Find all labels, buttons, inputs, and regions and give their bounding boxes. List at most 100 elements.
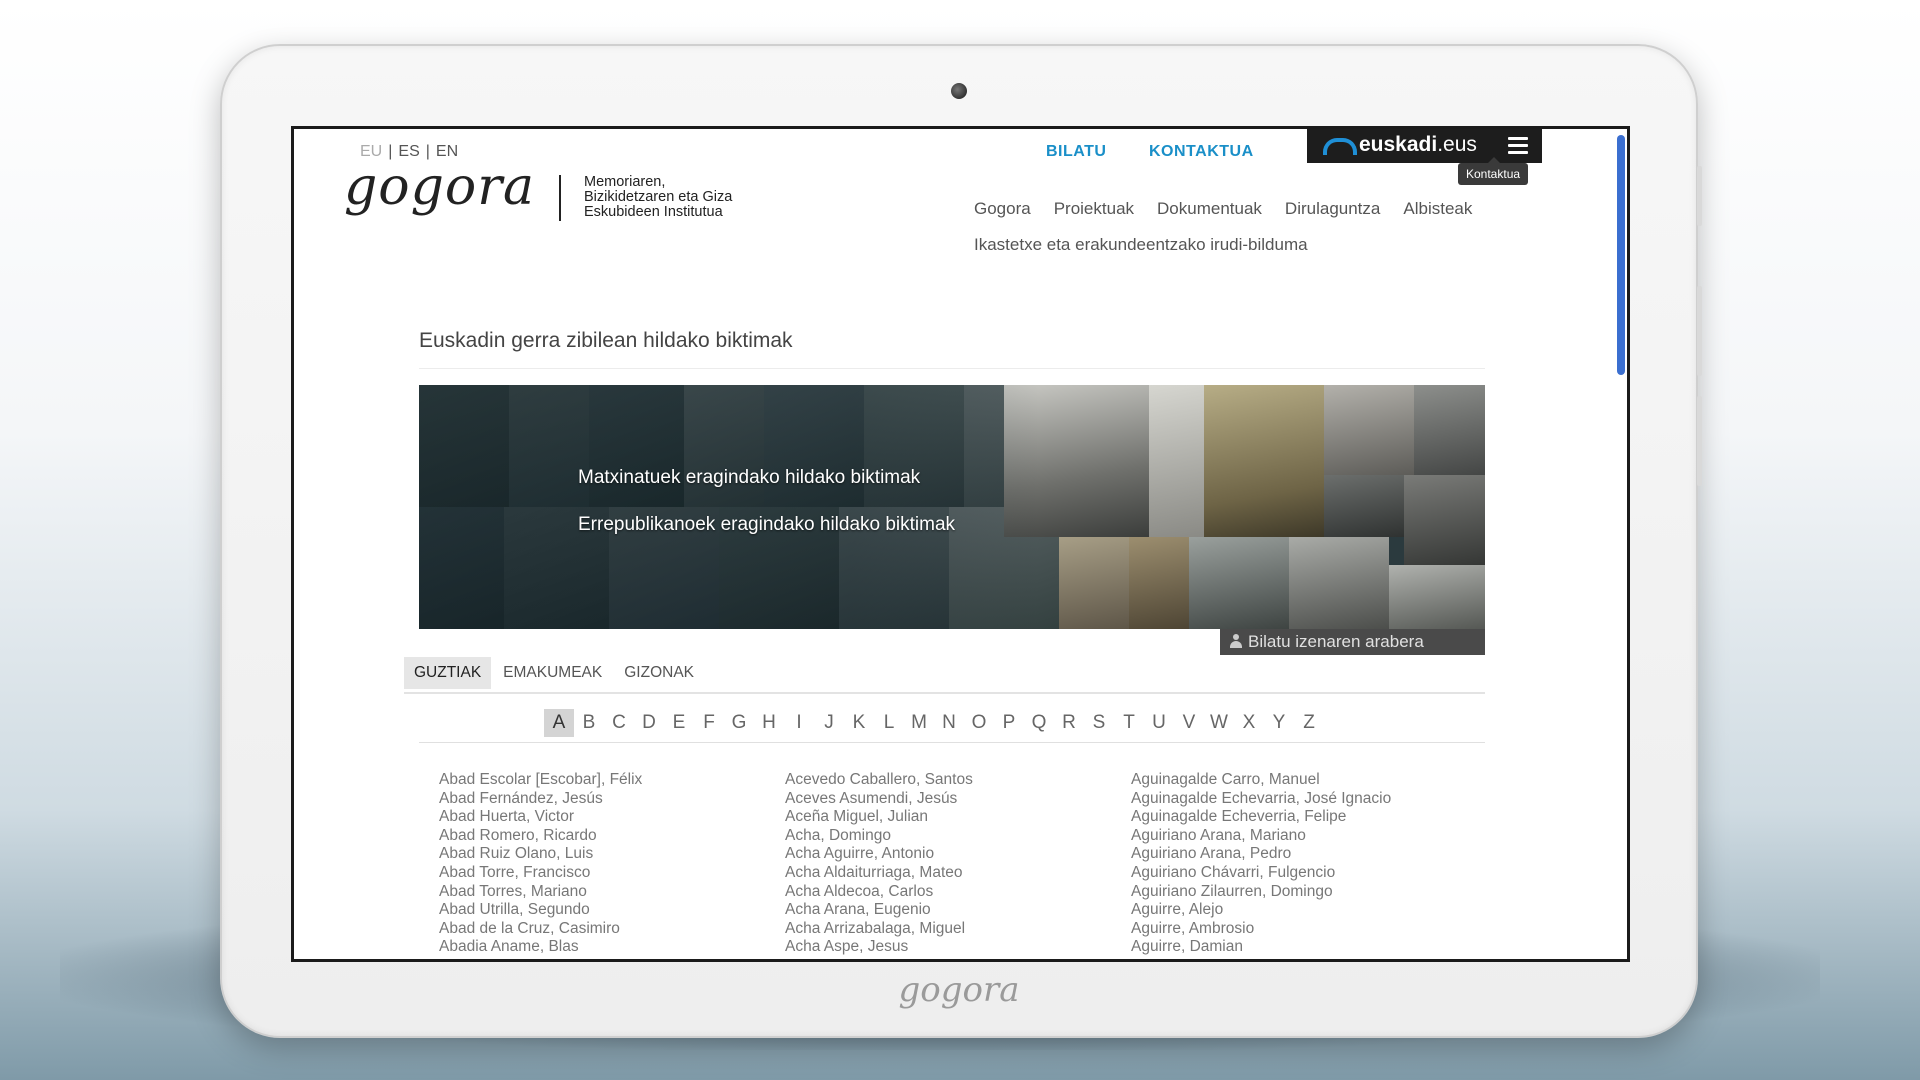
- gender-filter-tabs: GUZTIAK EMAKUMEAK GIZONAK: [404, 657, 706, 689]
- letter-h[interactable]: H: [754, 709, 784, 737]
- search-link[interactable]: BILATU: [1046, 143, 1106, 161]
- republican-victims-link[interactable]: Errepublikanoek eragindako hildako bikti…: [578, 514, 955, 536]
- victim-name-link[interactable]: Abad Escolar [Escobar], Félix: [439, 771, 642, 790]
- euskadi-brand-main: euskadi: [1359, 133, 1438, 156]
- letter-p[interactable]: P: [994, 709, 1024, 737]
- letter-e[interactable]: E: [664, 709, 694, 737]
- names-column-2: Acevedo Caballero, Santos Aceves Asumend…: [785, 771, 973, 957]
- letter-c[interactable]: C: [604, 709, 634, 737]
- tagline-line: Memoriaren,: [584, 174, 666, 190]
- victim-name-link[interactable]: Acha Aguirre, Antonio: [785, 845, 973, 864]
- search-by-name-button[interactable]: Bilatu izenaren arabera: [1220, 629, 1485, 655]
- letter-o[interactable]: O: [964, 709, 994, 737]
- user-icon: [1230, 634, 1242, 648]
- names-column-1: Abad Escolar [Escobar], Félix Abad Ferná…: [439, 771, 642, 957]
- euskadi-bar[interactable]: euskadi.eus: [1307, 129, 1542, 163]
- nav-item-proiektuak[interactable]: Proiektuak: [1054, 199, 1134, 219]
- victim-name-link[interactable]: Aguiriano Arana, Mariano: [1131, 827, 1391, 846]
- page-title: Euskadin gerra zibilean hildako biktimak: [419, 329, 793, 352]
- victim-name-link[interactable]: Abad Romero, Ricardo: [439, 827, 642, 846]
- nav-item-albisteak[interactable]: Albisteak: [1403, 199, 1472, 219]
- letter-j[interactable]: J: [814, 709, 844, 737]
- gogora-logo[interactable]: gogora: [344, 157, 535, 217]
- nav-item-dokumentuak[interactable]: Dokumentuak: [1157, 199, 1262, 219]
- victim-name-link[interactable]: Aguinagalde Echevarria, José Ignacio: [1131, 790, 1391, 809]
- divider: [419, 368, 1485, 369]
- tagline-line: Bizikidetzaren eta Giza: [584, 189, 733, 205]
- tab-women[interactable]: EMAKUMEAK: [493, 657, 612, 689]
- letter-x[interactable]: X: [1234, 709, 1264, 737]
- letter-d[interactable]: D: [634, 709, 664, 737]
- contact-link[interactable]: KONTAKTUA: [1149, 143, 1254, 161]
- rebel-victims-link[interactable]: Matxinatuek eragindako hildako biktimak: [578, 467, 920, 489]
- letter-y[interactable]: Y: [1264, 709, 1294, 737]
- letter-b[interactable]: B: [574, 709, 604, 737]
- nav-item-gogora[interactable]: Gogora: [974, 199, 1031, 219]
- letter-m[interactable]: M: [904, 709, 934, 737]
- alphabet-index: ABCDEFGHIJKLMNOPQRSTUVWXYZ: [544, 709, 1324, 737]
- victim-name-link[interactable]: Aceña Miguel, Julian: [785, 808, 973, 827]
- nav-item-dirulaguntza[interactable]: Dirulaguntza: [1285, 199, 1380, 219]
- hamburger-menu-icon[interactable]: [1508, 137, 1528, 158]
- logo-divider: [559, 175, 561, 221]
- letter-t[interactable]: T: [1114, 709, 1144, 737]
- victim-name-link[interactable]: Abad Torres, Mariano: [439, 883, 642, 902]
- letter-k[interactable]: K: [844, 709, 874, 737]
- letter-n[interactable]: N: [934, 709, 964, 737]
- victim-name-link[interactable]: Aguiriano Chávarri, Fulgencio: [1131, 864, 1391, 883]
- letter-g[interactable]: G: [724, 709, 754, 737]
- victim-name-link[interactable]: Abad Huerta, Victor: [439, 808, 642, 827]
- side-button: [1697, 286, 1702, 376]
- letter-w[interactable]: W: [1204, 709, 1234, 737]
- divider: [404, 692, 1485, 694]
- nav-item-image-collection[interactable]: Ikastetxe eta erakundeentzako irudi-bild…: [974, 235, 1308, 255]
- letter-z[interactable]: Z: [1294, 709, 1324, 737]
- victim-name-link[interactable]: Acha Aspe, Jesus: [785, 938, 973, 957]
- letter-q[interactable]: Q: [1024, 709, 1054, 737]
- tagline-line: Eskubideen Institutua: [584, 204, 723, 220]
- euskadi-logo-icon: [1323, 138, 1357, 155]
- letter-f[interactable]: F: [694, 709, 724, 737]
- victim-name-link[interactable]: Aguirre, Alejo: [1131, 901, 1391, 920]
- victim-name-link[interactable]: Abad Ruiz Olano, Luis: [439, 845, 642, 864]
- scrollbar[interactable]: [1617, 135, 1625, 375]
- victim-name-link[interactable]: Abad Fernández, Jesús: [439, 790, 642, 809]
- bezel-logo: gogora: [898, 970, 1020, 1010]
- letter-v[interactable]: V: [1174, 709, 1204, 737]
- victim-name-link[interactable]: Aguirre, Damian: [1131, 938, 1391, 957]
- victim-name-link[interactable]: Acevedo Caballero, Santos: [785, 771, 973, 790]
- main-nav: Gogora Proiektuak Dokumentuak Dirulaguntza A…: [974, 199, 1495, 219]
- victim-name-link[interactable]: Acha Aldecoa, Carlos: [785, 883, 973, 902]
- contact-tooltip: Kontaktua: [1458, 157, 1529, 185]
- victim-name-link[interactable]: Aguinagalde Carro, Manuel: [1131, 771, 1391, 790]
- letter-i[interactable]: I: [784, 709, 814, 737]
- victim-name-link[interactable]: Acha Arrizabalaga, Miguel: [785, 920, 973, 939]
- victim-name-link[interactable]: Aguiriano Arana, Pedro: [1131, 845, 1391, 864]
- letter-u[interactable]: U: [1144, 709, 1174, 737]
- victims-photo-banner: Matxinatuek eragindako hildako biktimak …: [419, 385, 1485, 629]
- divider: [419, 742, 1485, 743]
- tab-all[interactable]: GUZTIAK: [404, 657, 492, 689]
- victim-name-link[interactable]: Abad Utrilla, Segundo: [439, 901, 642, 920]
- victim-name-link[interactable]: Acha, Domingo: [785, 827, 973, 846]
- letter-l[interactable]: L: [874, 709, 904, 737]
- letter-a[interactable]: A: [544, 709, 574, 737]
- euskadi-brand: euskadi.eus: [1359, 133, 1477, 157]
- victim-name-link[interactable]: Acha Aldaiturriaga, Mateo: [785, 864, 973, 883]
- victim-name-link[interactable]: Abad de la Cruz, Casimiro: [439, 920, 642, 939]
- camera-icon: [951, 83, 967, 99]
- euskadi-brand-suffix: .eus: [1437, 133, 1477, 156]
- victim-name-link[interactable]: Abad Torre, Francisco: [439, 864, 642, 883]
- victim-name-link[interactable]: Abadia Aname, Blas: [439, 938, 642, 957]
- letter-s[interactable]: S: [1084, 709, 1114, 737]
- victim-name-link[interactable]: Acha Arana, Eugenio: [785, 901, 973, 920]
- victim-name-link[interactable]: Aguinagalde Echeverria, Felipe: [1131, 808, 1391, 827]
- victim-name-link[interactable]: Aguiriano Zilaurren, Domingo: [1131, 883, 1391, 902]
- letter-r[interactable]: R: [1054, 709, 1084, 737]
- side-button: [1697, 166, 1702, 226]
- tab-men[interactable]: GIZONAK: [614, 657, 704, 689]
- banner-overlay: [419, 385, 1039, 629]
- side-button: [1697, 396, 1702, 486]
- victim-name-link[interactable]: Aguirre, Ambrosio: [1131, 920, 1391, 939]
- victim-name-link[interactable]: Aceves Asumendi, Jesús: [785, 790, 973, 809]
